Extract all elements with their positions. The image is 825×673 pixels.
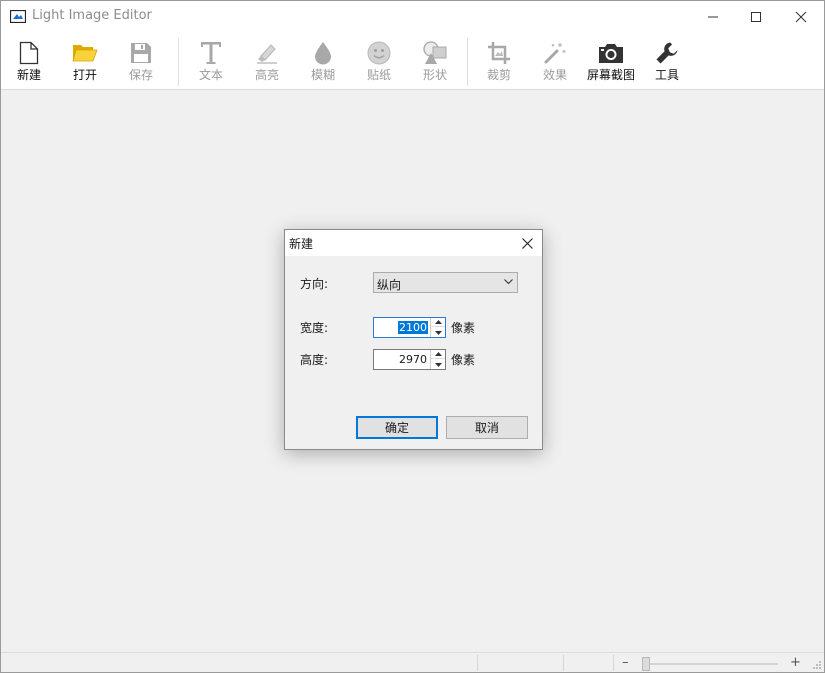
toolbar-text-label: 文本 [198,68,223,82]
zoom-out-button[interactable]: – [622,655,629,670]
toolbar-new-label: 新建 [16,68,41,82]
toolbar-sticker-label: 贴纸 [366,68,391,82]
zoom-slider-thumb[interactable] [642,657,650,671]
width-input[interactable]: 2100 [373,317,446,338]
status-bar: – + [1,652,824,672]
toolbar-open-label: 打开 [72,68,97,82]
new-file-icon [19,41,39,65]
height-label: 高度: [300,353,329,367]
title-bar[interactable]: Light Image Editor [1,1,824,32]
dialog-title: 新建 [289,237,314,251]
spin-up-icon [434,320,442,324]
maximize-icon [751,11,761,22]
resize-grip-icon[interactable] [812,660,822,670]
toolbar-crop-label: 裁剪 [486,68,511,82]
toolbar-text-button[interactable]: 文本 [183,32,239,90]
toolbar-new-button[interactable]: 新建 [1,32,57,90]
toolbar-shape-button[interactable]: 形状 [407,32,463,90]
toolbar-save-label: 保存 [128,68,153,82]
toolbar-tools-label: 工具 [654,68,679,82]
dialog-close-button[interactable] [516,232,538,254]
dialog-title-bar[interactable]: 新建 [285,230,542,256]
width-increment-button[interactable] [431,318,445,327]
camera-icon [599,44,623,63]
minimize-button[interactable] [690,1,736,32]
minimize-icon [708,16,718,17]
toolbar-effects-label: 效果 [542,68,567,82]
width-decrement-button[interactable] [431,328,445,337]
width-spinner [430,318,445,337]
toolbar-tools-button[interactable]: 工具 [639,32,695,90]
height-input[interactable]: 2970 [373,349,446,370]
close-icon [795,11,807,22]
height-decrement-button[interactable] [431,360,445,369]
app-window: Light Image Editor 新建 打开 保存 文本 高亮 模糊 贴纸 … [0,0,825,673]
toolbar-crop-button[interactable]: 裁剪 [471,32,527,90]
highlighter-icon [257,44,277,64]
toolbar-effects-button[interactable]: 效果 [527,32,583,90]
toolbar-highlight-button[interactable]: 高亮 [239,32,295,90]
toolbar-highlight-label: 高亮 [254,68,279,82]
height-value: 2970 [399,353,427,366]
magic-wand-icon [544,43,566,64]
spin-down-icon [434,362,442,367]
app-logo-icon [10,10,26,23]
spin-up-icon [434,352,442,356]
status-divider [477,655,478,671]
zoom-slider-track[interactable] [646,663,778,665]
toolbar-screenshot-button[interactable]: 屏幕截图 [583,32,639,90]
save-icon [131,43,151,63]
toolbar-blur-button[interactable]: 模糊 [295,32,351,90]
ok-button[interactable]: 确定 [356,416,438,439]
toolbar-blur-label: 模糊 [310,68,335,82]
close-icon [521,237,533,249]
chevron-down-icon [504,279,513,285]
toolbar-separator [467,38,468,86]
shapes-icon [423,41,447,64]
status-divider [613,655,614,671]
toolbar-save-button[interactable]: 保存 [113,32,169,90]
status-divider [563,655,564,671]
sticker-smiley-icon [367,41,391,65]
spin-down-icon [434,330,442,335]
text-icon [201,42,221,64]
folder-open-icon [72,45,98,62]
close-window-button[interactable] [778,1,824,32]
height-spinner [430,350,445,369]
height-unit-label: 像素 [451,353,476,367]
width-value: 2100 [398,321,428,334]
toolbar-screenshot-label: 屏幕截图 [586,68,635,82]
toolbar-shape-label: 形状 [422,68,447,82]
new-image-dialog: 新建 方向: 纵向 宽度: 2100 像素 高度: 2970 像素 确定 取消 [284,229,543,450]
blur-drop-icon [315,42,331,65]
width-unit-label: 像素 [451,321,476,335]
zoom-in-button[interactable]: + [790,655,801,670]
toolbar-sticker-button[interactable]: 贴纸 [351,32,407,90]
crop-icon [488,42,510,64]
maximize-button[interactable] [733,1,779,32]
width-label: 宽度: [300,321,329,335]
orientation-value: 纵向 [377,278,402,292]
main-toolbar: 新建 打开 保存 文本 高亮 模糊 贴纸 形状 裁剪 效果 屏幕截图 工具 [1,32,824,90]
wrench-icon [656,42,678,64]
cancel-button[interactable]: 取消 [446,416,528,439]
height-increment-button[interactable] [431,350,445,359]
orientation-label: 方向: [300,277,329,291]
toolbar-separator [178,38,179,86]
toolbar-open-button[interactable]: 打开 [57,32,113,90]
orientation-select[interactable]: 纵向 [373,272,518,293]
window-title: Light Image Editor [32,8,152,23]
